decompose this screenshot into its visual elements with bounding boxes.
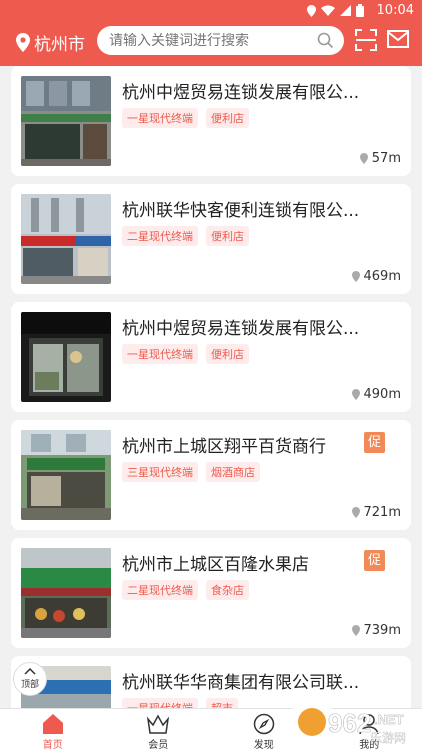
promo-badge: 促 <box>364 432 385 453</box>
pin-icon <box>351 271 360 282</box>
store-tags: 二星现代终端 便利店 <box>122 226 249 246</box>
city-selector[interactable]: 杭州市 <box>16 30 85 55</box>
wifi-icon <box>321 5 335 16</box>
search-input[interactable] <box>109 32 309 49</box>
store-name: 杭州市上城区百隆水果店 <box>122 555 309 575</box>
store-tags: 三星现代终端 烟酒商店 <box>122 462 260 482</box>
status-icons <box>307 4 364 17</box>
city-label: 杭州市 <box>34 35 85 55</box>
compass-icon <box>253 713 274 735</box>
store-thumbnail <box>21 194 111 284</box>
message-icon[interactable] <box>387 29 409 49</box>
home-icon <box>42 714 63 734</box>
store-level-tag: 二星现代终端 <box>122 580 198 600</box>
store-thumbnail <box>21 430 111 520</box>
search-box[interactable] <box>97 26 344 55</box>
distance-value: 57m <box>371 151 401 166</box>
signal-icon <box>340 5 351 16</box>
store-name: 杭州联华快客便利连锁有限公... <box>122 201 360 221</box>
store-card[interactable]: 杭州中煜贸易连锁发展有限公... 一星现代终端 便利店 490m <box>11 302 411 412</box>
crown-icon <box>147 714 170 734</box>
scan-icon[interactable] <box>355 29 377 51</box>
store-type-tag: 便利店 <box>206 108 249 128</box>
nav-item-home[interactable]: 首页 <box>0 709 106 751</box>
store-distance: 57m <box>359 151 401 166</box>
store-name: 杭州中煜贸易连锁发展有限公... <box>122 83 360 103</box>
store-type-tag: 便利店 <box>206 226 249 246</box>
store-distance: 721m <box>351 505 401 520</box>
watermark-subtitle: 乐游网 <box>370 731 406 745</box>
distance-value: 490m <box>363 387 401 402</box>
pin-icon <box>351 507 360 518</box>
store-level-tag: 一星现代终端 <box>122 698 198 708</box>
watermark-suffix: .NET <box>374 712 404 727</box>
store-name: 杭州市上城区翔平百货商行 <box>122 437 326 457</box>
distance-value: 469m <box>363 269 401 284</box>
store-level-tag: 一星现代终端 <box>122 108 198 128</box>
nav-label: 发现 <box>253 740 274 751</box>
store-distance: 490m <box>351 387 401 402</box>
store-thumbnail <box>21 548 111 638</box>
header: 杭州市 <box>0 26 422 56</box>
store-level-tag: 一星现代终端 <box>122 344 198 364</box>
store-tags: 二星现代终端 食杂店 <box>122 580 249 600</box>
store-thumbnail <box>21 312 111 402</box>
store-tags: 一星现代终端 便利店 <box>122 108 249 128</box>
back-to-top-button[interactable]: 顶部 <box>13 662 47 696</box>
pin-icon <box>359 153 368 164</box>
distance-value: 721m <box>363 505 401 520</box>
store-list[interactable]: 杭州中煜贸易连锁发展有限公... 一星现代终端 便利店 57m 杭州联华快客便利… <box>0 66 422 708</box>
store-type-tag: 食杂店 <box>206 580 249 600</box>
watermark-logo: 962 .NET 乐游网 <box>292 704 406 745</box>
store-tags: 一星现代终端 超市 <box>122 698 238 708</box>
store-name: 杭州中煜贸易连锁发展有限公... <box>122 319 360 339</box>
status-time: 10:04 <box>376 3 414 18</box>
promo-badge: 促 <box>364 550 385 571</box>
location-status-icon <box>307 4 316 17</box>
store-distance: 739m <box>351 623 401 638</box>
top-bar: 10:04 杭州市 <box>0 0 422 66</box>
store-card[interactable]: 杭州中煜贸易连锁发展有限公... 一星现代终端 便利店 57m <box>11 66 411 176</box>
nav-item-member[interactable]: 会员 <box>106 709 212 751</box>
store-distance: 469m <box>351 269 401 284</box>
store-card[interactable]: 杭州市上城区翔平百货商行 促 三星现代终端 烟酒商店 721m <box>11 420 411 530</box>
status-bar: 10:04 <box>0 0 422 22</box>
nav-label: 首页 <box>42 740 63 751</box>
store-name: 杭州联华华商集团有限公司联... <box>122 673 360 693</box>
store-thumbnail <box>21 76 111 166</box>
store-level-tag: 三星现代终端 <box>122 462 198 482</box>
store-type-tag: 便利店 <box>206 344 249 364</box>
location-pin-icon <box>16 33 30 52</box>
store-tags: 一星现代终端 便利店 <box>122 344 249 364</box>
store-card[interactable]: 杭州市上城区百隆水果店 促 二星现代终端 食杂店 739m <box>11 538 411 648</box>
distance-value: 739m <box>363 623 401 638</box>
arrow-up-icon <box>24 667 36 675</box>
battery-icon <box>356 4 364 17</box>
store-level-tag: 二星现代终端 <box>122 226 198 246</box>
store-type-tag: 超市 <box>206 698 238 708</box>
watermark-brand: 962 <box>328 708 371 738</box>
back-to-top-label: 顶部 <box>20 680 39 690</box>
search-icon[interactable] <box>317 32 334 49</box>
pin-icon <box>351 389 360 400</box>
pin-icon <box>351 625 360 636</box>
store-card[interactable]: 杭州联华华商集团有限公司联... 一星现代终端 超市 <box>11 656 411 708</box>
nav-label: 会员 <box>148 740 169 751</box>
store-card[interactable]: 杭州联华快客便利连锁有限公... 二星现代终端 便利店 469m <box>11 184 411 294</box>
store-type-tag: 烟酒商店 <box>206 462 260 482</box>
